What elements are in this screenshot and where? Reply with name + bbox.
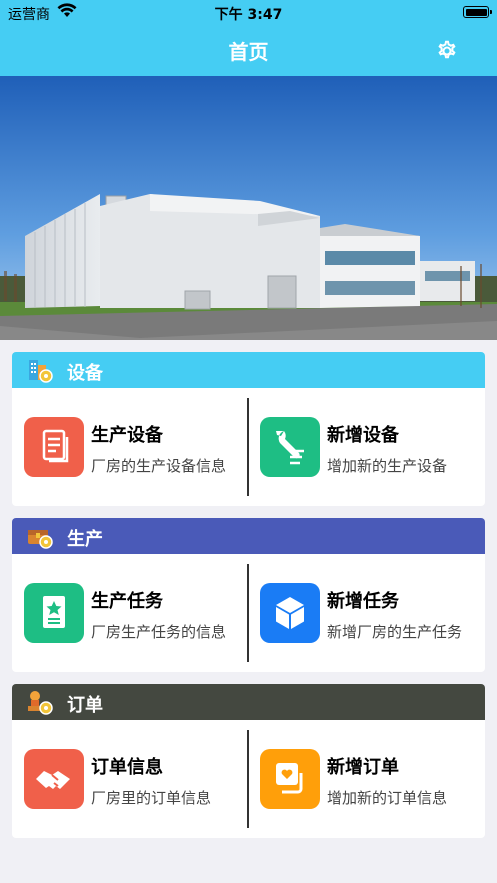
clock: 下午 3:47 <box>214 7 283 23</box>
section-header: 订单 <box>12 684 485 720</box>
card-subtitle: 厂房的生产设备信息 <box>91 457 227 475</box>
section-header: 设备 <box>12 352 485 388</box>
status-bar: 运营商 下午 3:47 <box>0 0 497 26</box>
card-subtitle: 厂房生产任务的信息 <box>91 623 227 641</box>
battery-icon <box>463 6 492 18</box>
card-subtitle: 增加新的订单信息 <box>327 789 448 807</box>
card-order-info[interactable]: 订单信息 厂房里的订单信息 <box>12 720 246 838</box>
factory-banner-image <box>0 76 497 340</box>
handshake-icon <box>24 749 84 809</box>
section-body: 生产设备 厂房的生产设备信息 新增设备 增加新的生产设备 <box>12 388 485 506</box>
section-orders: 订单 订单信息 厂房里的订单信息 新增订单 增加新的订单信息 <box>12 684 485 838</box>
page-title: 首页 <box>228 40 269 64</box>
cube-icon <box>260 583 320 643</box>
section-equipment: 设备 生产设备 厂房的生产设备信息 新增设备 增加新的生产设备 <box>12 352 485 506</box>
card-title: 生产设备 <box>91 425 163 446</box>
card-subtitle: 新增厂房的生产任务 <box>327 623 463 641</box>
card-production-task[interactable]: 生产任务 厂房生产任务的信息 <box>12 554 246 672</box>
card-title: 订单信息 <box>91 757 163 778</box>
section-body: 生产任务 厂房生产任务的信息 新增任务 新增厂房的生产任务 <box>12 554 485 672</box>
card-subtitle: 厂房里的订单信息 <box>91 789 212 807</box>
section-title: 设备 <box>67 363 103 384</box>
nav-bar: 首页 <box>0 26 497 76</box>
settings-gear-icon[interactable] <box>435 39 459 63</box>
card-production-equipment[interactable]: 生产设备 厂房的生产设备信息 <box>12 388 246 506</box>
document-icon <box>24 417 84 477</box>
card-add-task[interactable]: 新增任务 新增厂房的生产任务 <box>248 554 482 672</box>
section-title: 订单 <box>67 695 103 716</box>
buildings-icon <box>26 356 54 384</box>
card-title: 生产任务 <box>91 591 163 612</box>
task-star-icon <box>24 583 84 643</box>
card-title: 新增任务 <box>327 591 399 612</box>
card-add-order[interactable]: 新增订单 增加新的订单信息 <box>248 720 482 838</box>
card-subtitle: 增加新的生产设备 <box>327 457 448 475</box>
card-add-equipment[interactable]: 新增设备 增加新的生产设备 <box>248 388 482 506</box>
section-production: 生产 生产任务 厂房生产任务的信息 新增任务 新增厂房的生产任务 <box>12 518 485 672</box>
treasure-chest-icon <box>26 522 54 550</box>
section-title: 生产 <box>67 529 103 550</box>
heart-box-icon <box>260 749 320 809</box>
section-body: 订单信息 厂房里的订单信息 新增订单 增加新的订单信息 <box>12 720 485 838</box>
section-header: 生产 <box>12 518 485 554</box>
card-title: 新增订单 <box>327 757 399 778</box>
stamp-coin-icon <box>26 688 54 716</box>
wrench-icon <box>260 417 320 477</box>
card-title: 新增设备 <box>327 425 399 446</box>
